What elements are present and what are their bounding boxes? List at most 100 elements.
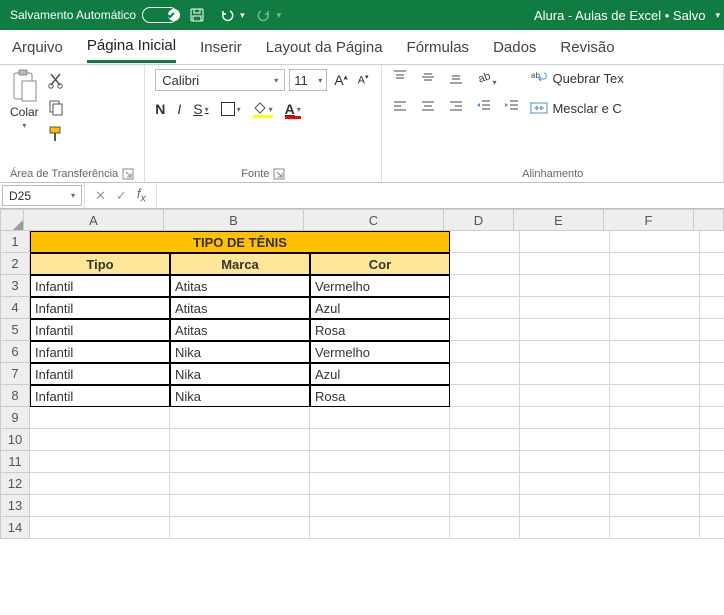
cell[interactable] <box>170 495 310 517</box>
name-box[interactable]: D25▾ <box>2 185 82 206</box>
border-button[interactable]: ▾ <box>221 102 241 116</box>
undo-chevron-icon[interactable]: ▾ <box>240 10 245 21</box>
row-header[interactable]: 2 <box>0 253 30 275</box>
cell[interactable] <box>700 231 724 253</box>
cell[interactable] <box>700 407 724 429</box>
cell[interactable]: Rosa <box>310 319 450 341</box>
cell[interactable] <box>700 517 724 539</box>
cell[interactable] <box>700 297 724 319</box>
cell[interactable] <box>610 231 700 253</box>
cell[interactable] <box>310 517 450 539</box>
cell[interactable]: Atitas <box>170 297 310 319</box>
tab-pagina-inicial[interactable]: Página Inicial <box>87 31 176 63</box>
format-painter-icon[interactable] <box>47 125 65 146</box>
cell[interactable]: Rosa <box>310 385 450 407</box>
cell[interactable] <box>610 451 700 473</box>
cell[interactable]: Infantil <box>30 275 170 297</box>
save-icon[interactable] <box>186 4 208 26</box>
cell[interactable] <box>450 363 520 385</box>
cell[interactable] <box>30 451 170 473</box>
increase-font-icon[interactable]: A▴ <box>331 72 350 88</box>
tab-revisao[interactable]: Revisão <box>560 33 614 62</box>
tab-layout[interactable]: Layout da Página <box>266 33 383 62</box>
row-header[interactable]: 3 <box>0 275 30 297</box>
undo-icon[interactable] <box>216 4 238 26</box>
cell[interactable] <box>700 319 724 341</box>
cut-icon[interactable] <box>47 71 65 92</box>
cell[interactable]: Azul <box>310 363 450 385</box>
row-header[interactable]: 8 <box>0 385 30 407</box>
cell[interactable] <box>610 517 700 539</box>
cell[interactable]: Atitas <box>170 275 310 297</box>
decrease-indent-icon[interactable] <box>476 98 492 117</box>
cell[interactable] <box>700 473 724 495</box>
row-header[interactable]: 13 <box>0 495 30 517</box>
cell[interactable] <box>520 363 610 385</box>
col-header[interactable]: D <box>444 209 514 231</box>
cell[interactable] <box>610 275 700 297</box>
col-header[interactable]: F <box>604 209 694 231</box>
align-middle-icon[interactable] <box>420 69 436 88</box>
align-left-icon[interactable] <box>392 98 408 117</box>
row-header[interactable]: 10 <box>0 429 30 451</box>
select-all-corner[interactable] <box>0 209 24 231</box>
align-bottom-icon[interactable] <box>448 69 464 88</box>
row-header[interactable]: 1 <box>0 231 30 253</box>
font-color-button[interactable]: A▾ <box>285 101 301 117</box>
row-header[interactable]: 4 <box>0 297 30 319</box>
cell[interactable] <box>450 517 520 539</box>
merge-center-button[interactable]: Mesclar e C <box>530 99 623 117</box>
cell[interactable] <box>450 495 520 517</box>
cell[interactable] <box>610 473 700 495</box>
cell[interactable] <box>700 363 724 385</box>
cell[interactable] <box>450 385 520 407</box>
cell[interactable] <box>30 517 170 539</box>
document-title[interactable]: Alura - Aulas de Excel • Salvo <box>534 8 705 23</box>
cell[interactable] <box>520 341 610 363</box>
copy-icon[interactable] <box>47 98 65 119</box>
row-header[interactable]: 6 <box>0 341 30 363</box>
autosave-toggle[interactable] <box>142 7 178 23</box>
cell[interactable]: Tipo <box>30 253 170 275</box>
cell[interactable]: Nika <box>170 363 310 385</box>
paste-button[interactable]: Colar ▾ <box>10 69 39 146</box>
tab-inserir[interactable]: Inserir <box>200 33 242 62</box>
tab-formulas[interactable]: Fórmulas <box>407 33 470 62</box>
cell[interactable] <box>310 473 450 495</box>
cell[interactable] <box>30 473 170 495</box>
cell[interactable] <box>310 407 450 429</box>
col-header[interactable] <box>694 209 724 231</box>
cell[interactable] <box>610 429 700 451</box>
formula-input[interactable] <box>156 183 724 208</box>
redo-chevron-icon[interactable]: ▾ <box>277 10 282 21</box>
row-header[interactable]: 7 <box>0 363 30 385</box>
cell[interactable]: Infantil <box>30 297 170 319</box>
col-header[interactable]: B <box>164 209 304 231</box>
bold-button[interactable]: N <box>155 101 165 117</box>
cell[interactable]: Azul <box>310 297 450 319</box>
cell[interactable] <box>700 253 724 275</box>
tab-arquivo[interactable]: Arquivo <box>12 33 63 62</box>
cell[interactable] <box>520 451 610 473</box>
cell[interactable] <box>610 253 700 275</box>
cell[interactable] <box>700 275 724 297</box>
wrap-text-button[interactable]: ab Quebrar Tex <box>530 69 623 87</box>
cell[interactable] <box>450 473 520 495</box>
cell[interactable] <box>520 495 610 517</box>
cell[interactable]: Nika <box>170 385 310 407</box>
cell[interactable] <box>170 517 310 539</box>
cell[interactable] <box>450 253 520 275</box>
cell[interactable]: Infantil <box>30 385 170 407</box>
cancel-formula-icon[interactable]: ✕ <box>95 188 106 204</box>
cell[interactable] <box>520 253 610 275</box>
col-header[interactable]: C <box>304 209 444 231</box>
orientation-icon[interactable]: ab▾ <box>476 69 496 88</box>
cell[interactable] <box>610 385 700 407</box>
cell[interactable] <box>310 451 450 473</box>
cell[interactable]: Vermelho <box>310 275 450 297</box>
cell[interactable]: Atitas <box>170 319 310 341</box>
cell[interactable] <box>610 407 700 429</box>
row-header[interactable]: 14 <box>0 517 30 539</box>
cell[interactable]: Infantil <box>30 341 170 363</box>
cell[interactable] <box>450 275 520 297</box>
